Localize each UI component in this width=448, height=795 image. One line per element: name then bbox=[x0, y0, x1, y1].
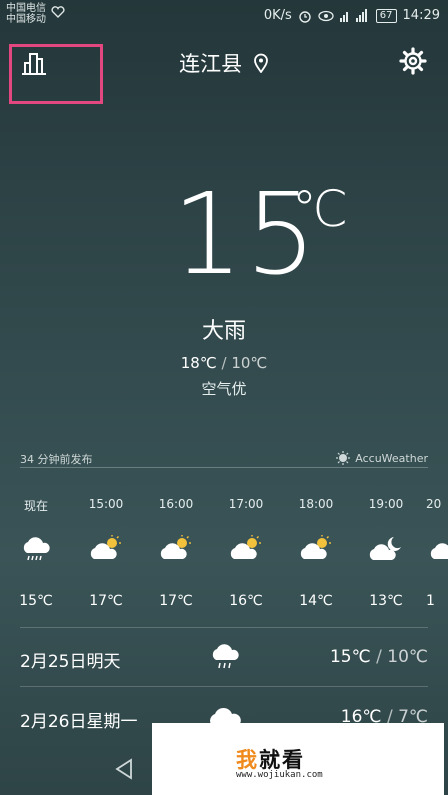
hourly-item: 17:00 16℃ bbox=[216, 497, 276, 609]
carrier-1: 中国电信 bbox=[6, 3, 46, 14]
heart-icon bbox=[51, 6, 65, 18]
temp-separator: / bbox=[221, 354, 227, 372]
air-quality[interactable]: 空气优 bbox=[0, 378, 448, 399]
hour-time: 19:00 bbox=[368, 497, 404, 511]
partly-cloudy-icon bbox=[146, 535, 206, 581]
hour-time: 18:00 bbox=[298, 497, 334, 511]
clock: 14:29 bbox=[402, 8, 440, 23]
partly-cloudy-icon bbox=[76, 535, 136, 581]
hour-temp: 14℃ bbox=[299, 593, 333, 609]
hour-temp: 1 bbox=[426, 593, 435, 609]
location-pin-icon bbox=[253, 53, 268, 74]
day-low: 10℃ bbox=[387, 647, 428, 667]
eye-icon bbox=[318, 10, 334, 21]
day-high: 15℃ bbox=[329, 647, 371, 667]
net-speed: 0K/s bbox=[263, 8, 292, 23]
watermark-title-rest: 就看 bbox=[259, 748, 305, 772]
partly-cloudy-icon bbox=[286, 535, 346, 581]
hourly-item: 16:00 17℃ bbox=[146, 497, 206, 609]
hourly-item: 20 1 bbox=[426, 497, 448, 609]
partly-cloudy-icon bbox=[216, 535, 276, 581]
divider bbox=[20, 467, 428, 468]
temp-low: 10℃ bbox=[231, 354, 268, 372]
heavy-rain-icon bbox=[6, 535, 66, 581]
status-right: 0K/s 67 14:29 bbox=[264, 8, 440, 23]
alarm-icon bbox=[299, 10, 311, 23]
hour-temp: 17℃ bbox=[159, 593, 193, 609]
hour-time: 17:00 bbox=[228, 497, 264, 511]
signal-icon bbox=[339, 8, 367, 22]
battery-indicator: 67 bbox=[375, 8, 397, 23]
cloudy-night-icon bbox=[356, 535, 416, 581]
hourly-item: 现在 15℃ bbox=[6, 497, 66, 609]
temp-range: 18℃ / 10℃ bbox=[0, 354, 448, 372]
publish-time: 34 分钟前发布 bbox=[20, 453, 93, 466]
divider bbox=[20, 627, 428, 628]
divider bbox=[20, 686, 428, 687]
hour-time: 20 bbox=[426, 497, 442, 511]
day-temps: 15℃ / 10℃ bbox=[330, 647, 428, 667]
watermark-url: www.wojiukan.com bbox=[236, 770, 323, 780]
hourly-item: 15:00 17℃ bbox=[76, 497, 136, 609]
accuweather-logo-icon bbox=[336, 451, 351, 465]
carrier-info: 中国电信 中国移动 bbox=[6, 3, 46, 25]
day-sep: / bbox=[376, 647, 382, 667]
hourly-item: 18:00 14℃ bbox=[286, 497, 346, 609]
temperature-unit: ℃ bbox=[292, 180, 349, 238]
hour-temp: 16℃ bbox=[229, 593, 263, 609]
cloudy-icon bbox=[426, 535, 448, 581]
status-bar: 中国电信 中国移动 0K/s 67 14:29 bbox=[0, 0, 448, 34]
temp-high: 18℃ bbox=[180, 354, 217, 372]
city-name: 连江县 bbox=[179, 52, 243, 76]
carrier-2: 中国移动 bbox=[6, 14, 46, 25]
source-name: AccuWeather bbox=[355, 451, 428, 465]
day-date: 2月25日明天 bbox=[20, 652, 121, 672]
back-icon[interactable] bbox=[114, 758, 134, 780]
rain-icon bbox=[212, 644, 239, 669]
city-header[interactable]: 连江县 bbox=[0, 48, 448, 78]
weather-condition: 大雨 bbox=[201, 319, 246, 344]
gear-icon[interactable] bbox=[398, 46, 428, 76]
watermark-title-accent: 我 bbox=[236, 748, 259, 772]
hour-time: 15:00 bbox=[88, 497, 124, 511]
hour-temp: 15℃ bbox=[19, 593, 53, 609]
data-source[interactable]: AccuWeather bbox=[336, 451, 428, 465]
day-date: 2月26日星期一 bbox=[20, 712, 138, 732]
hourly-item: 19:00 13℃ bbox=[356, 497, 416, 609]
hour-time: 16:00 bbox=[158, 497, 194, 511]
hour-temp: 17℃ bbox=[89, 593, 123, 609]
hour-time: 现在 bbox=[23, 499, 48, 513]
hour-temp: 13℃ bbox=[369, 593, 403, 609]
daily-row[interactable]: 2月25日明天 15℃ / 10℃ bbox=[20, 637, 428, 677]
